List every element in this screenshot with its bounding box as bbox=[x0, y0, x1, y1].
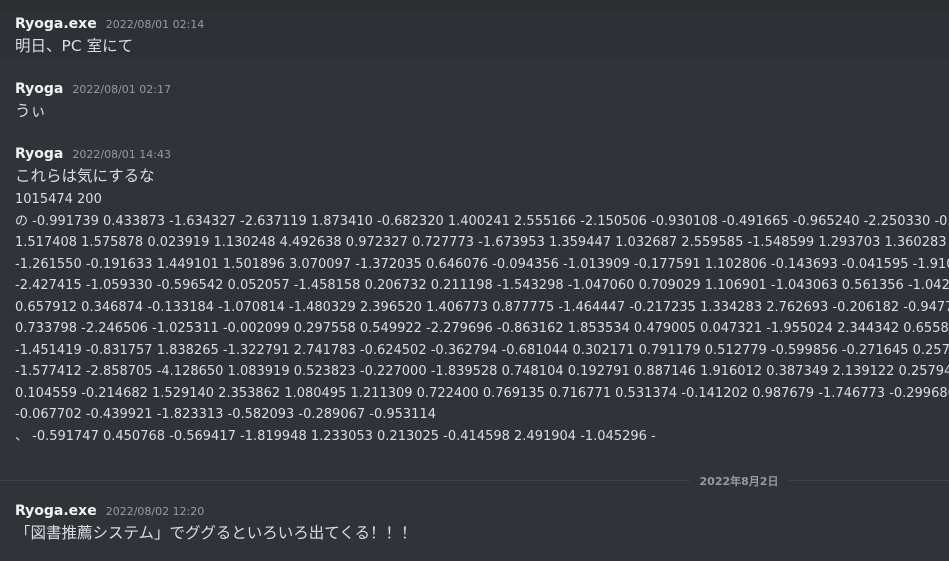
timestamp[interactable]: 2022/08/01 02:14 bbox=[106, 18, 205, 31]
message-header: Ryoga 2022/08/01 02:17 bbox=[15, 81, 949, 97]
data-line: -2.427415 -1.059330 -0.596542 0.052057 -… bbox=[15, 278, 949, 293]
date-divider: 2022年8月2日 bbox=[0, 475, 949, 488]
message-text: うぃ bbox=[15, 102, 47, 120]
message-text: これらは気にするな bbox=[15, 167, 155, 185]
message-4[interactable]: Ryoga.exe 2022/08/02 12:20 「図書推薦システム」でググ… bbox=[0, 503, 949, 544]
data-line: 0.104559 -0.214682 1.529140 2.353862 1.0… bbox=[15, 385, 949, 401]
timestamp[interactable]: 2022/08/02 12:20 bbox=[106, 505, 205, 518]
data-line: 1015474 200 bbox=[15, 192, 102, 207]
data-line: -1.261550 -0.191633 1.449101 1.501896 3.… bbox=[15, 256, 949, 272]
timestamp[interactable]: 2022/08/01 02:17 bbox=[72, 83, 171, 96]
data-line: -1.451419 -0.831757 1.838265 -1.322791 2… bbox=[15, 342, 949, 358]
data-block: 1015474 200 の -0.991739 0.433873 -1.6343… bbox=[15, 189, 949, 447]
author-name[interactable]: Ryoga.exe bbox=[15, 16, 97, 32]
divider-line bbox=[788, 480, 949, 481]
message-1[interactable]: Ryoga.exe 2022/08/01 02:14 明日、PC 室にて bbox=[0, 10, 949, 58]
data-line: 0.657912 0.346874 -0.133184 -1.070814 -1… bbox=[15, 299, 949, 315]
data-line: 1.517408 1.575878 0.023919 1.130248 4.49… bbox=[15, 235, 949, 250]
data-line: 、 -0.591747 0.450768 -0.569417 -1.819948… bbox=[15, 428, 656, 444]
message-header: Ryoga.exe 2022/08/01 02:14 bbox=[15, 16, 949, 32]
message-header: Ryoga 2022/08/01 14:43 bbox=[15, 146, 949, 162]
data-line: 0.733798 -2.246506 -1.025311 -0.002099 0… bbox=[15, 321, 949, 336]
author-name[interactable]: Ryoga.exe bbox=[15, 503, 97, 519]
top-strip bbox=[0, 0, 949, 10]
author-name[interactable]: Ryoga bbox=[15, 81, 63, 97]
message-header: Ryoga.exe 2022/08/02 12:20 bbox=[15, 503, 949, 519]
chat-message-list: Ryoga.exe 2022/08/01 02:14 明日、PC 室にて Ryo… bbox=[0, 0, 949, 561]
message-3[interactable]: Ryoga 2022/08/01 14:43 これらは気にするな 1015474… bbox=[0, 146, 949, 447]
data-line: -1.577412 -2.858705 -4.128650 1.083919 0… bbox=[15, 364, 949, 379]
message-text: 明日、PC 室にて bbox=[15, 37, 134, 55]
author-name[interactable]: Ryoga bbox=[15, 146, 63, 162]
message-2[interactable]: Ryoga 2022/08/01 02:17 うぃ bbox=[0, 81, 949, 122]
data-line: の -0.991739 0.433873 -1.634327 -2.637119… bbox=[15, 213, 949, 229]
data-line: -0.067702 -0.439921 -1.823313 -0.582093 … bbox=[15, 407, 436, 422]
divider-line bbox=[0, 480, 690, 481]
timestamp[interactable]: 2022/08/01 14:43 bbox=[72, 148, 171, 161]
message-text: 「図書推薦システム」でググるといろいろ出てくる！！！ bbox=[15, 524, 417, 542]
date-divider-label: 2022年8月2日 bbox=[699, 475, 779, 488]
